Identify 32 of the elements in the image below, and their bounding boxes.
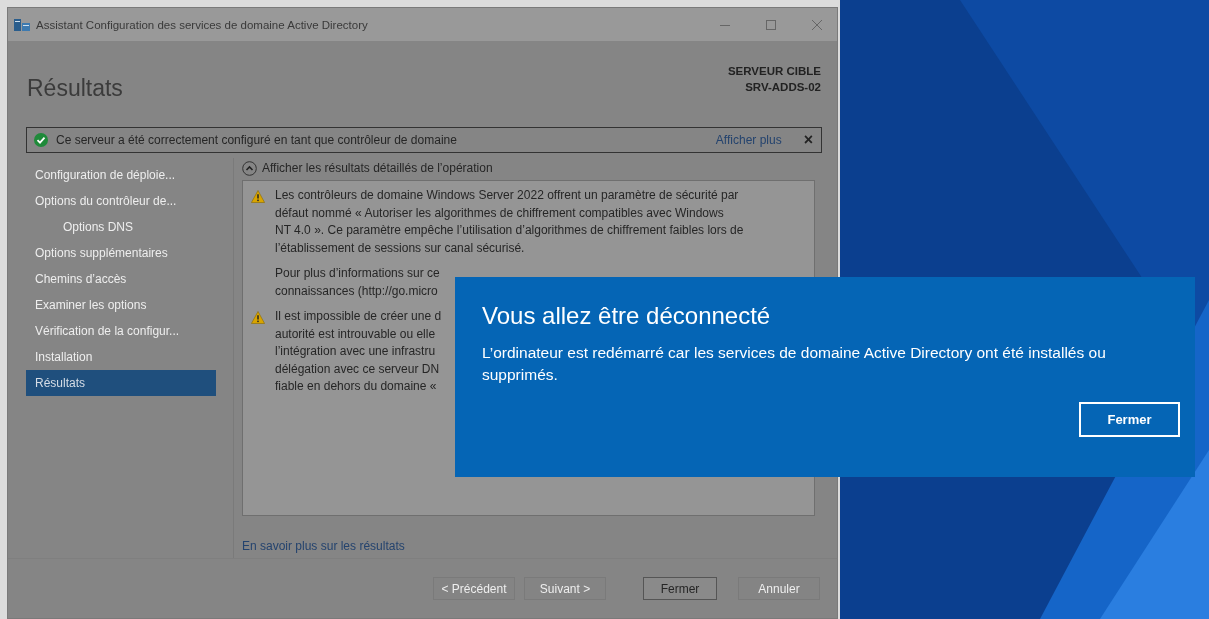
collapse-icon[interactable] bbox=[242, 160, 257, 176]
message-text-line: l’établissement de sessions sur canal sécurisé. bbox=[275, 239, 525, 257]
target-label: SERVEUR CIBLE bbox=[727, 64, 821, 79]
server-icon bbox=[14, 17, 30, 32]
show-more-link[interactable]: Afficher plus bbox=[715, 133, 782, 147]
message-text-line: l’intégration avec une infrastru bbox=[275, 343, 436, 360]
warning-icon bbox=[251, 190, 265, 203]
message-text-line: délégation avec ce serveur DN bbox=[275, 360, 440, 378]
target-server-name: SRV-ADDS-02 bbox=[745, 80, 821, 95]
notification-message: Ce serveur a été correctement configuré en tant que contrôleur de domaine bbox=[56, 133, 458, 147]
page-title: Résultats bbox=[27, 75, 123, 102]
message-text-line: fiable en dehors du domaine « bbox=[275, 378, 437, 395]
dialog-message: L’ordinateur est redémarré car les services de domaine Active Directory ont été installés ou supprimés. bbox=[482, 343, 1107, 385]
close-icon[interactable] bbox=[811, 18, 823, 31]
message-text-line: autorité est introuvable ou elle bbox=[275, 325, 436, 343]
learn-more-link[interactable]: En savoir plus sur les résultats bbox=[242, 539, 405, 553]
message-text-line: NT 4.0 ». Ce paramètre empêche l’utilisation d’algorithmes de chiffrement faibles lors de bbox=[275, 222, 744, 239]
message-text-line: défaut nommé « Autoriser les algorithmes de chiffrement compatibles avec Windows bbox=[275, 204, 724, 222]
message-text-line: Il est impossible de créer une d bbox=[275, 308, 442, 325]
dismiss-button[interactable]: × bbox=[803, 131, 813, 149]
dialog-title: Vous allez être déconnecté bbox=[482, 302, 771, 330]
window-title: Assistant Configuration des services de domaine Active Directory bbox=[36, 18, 369, 31]
wizard-button[interactable]: Fermer bbox=[643, 577, 717, 600]
message-text-line: connaissances (http://go.micro bbox=[275, 282, 438, 300]
details-toggle-label[interactable]: Afficher les résultats détaillés de l’opération bbox=[262, 161, 493, 175]
message-text-line: Les contrôleurs de domaine Windows Server 2022 offrent un paramètre de sécurité par bbox=[275, 187, 739, 204]
warning-icon bbox=[251, 311, 265, 324]
message-text-line: Pour plus d’informations sur ce bbox=[275, 265, 440, 282]
sidebar-item[interactable]: Résultats bbox=[26, 370, 216, 396]
close-dialog-button[interactable]: Fermer bbox=[1079, 402, 1180, 437]
success-check-icon bbox=[34, 133, 48, 147]
maximize-icon[interactable] bbox=[765, 18, 777, 31]
